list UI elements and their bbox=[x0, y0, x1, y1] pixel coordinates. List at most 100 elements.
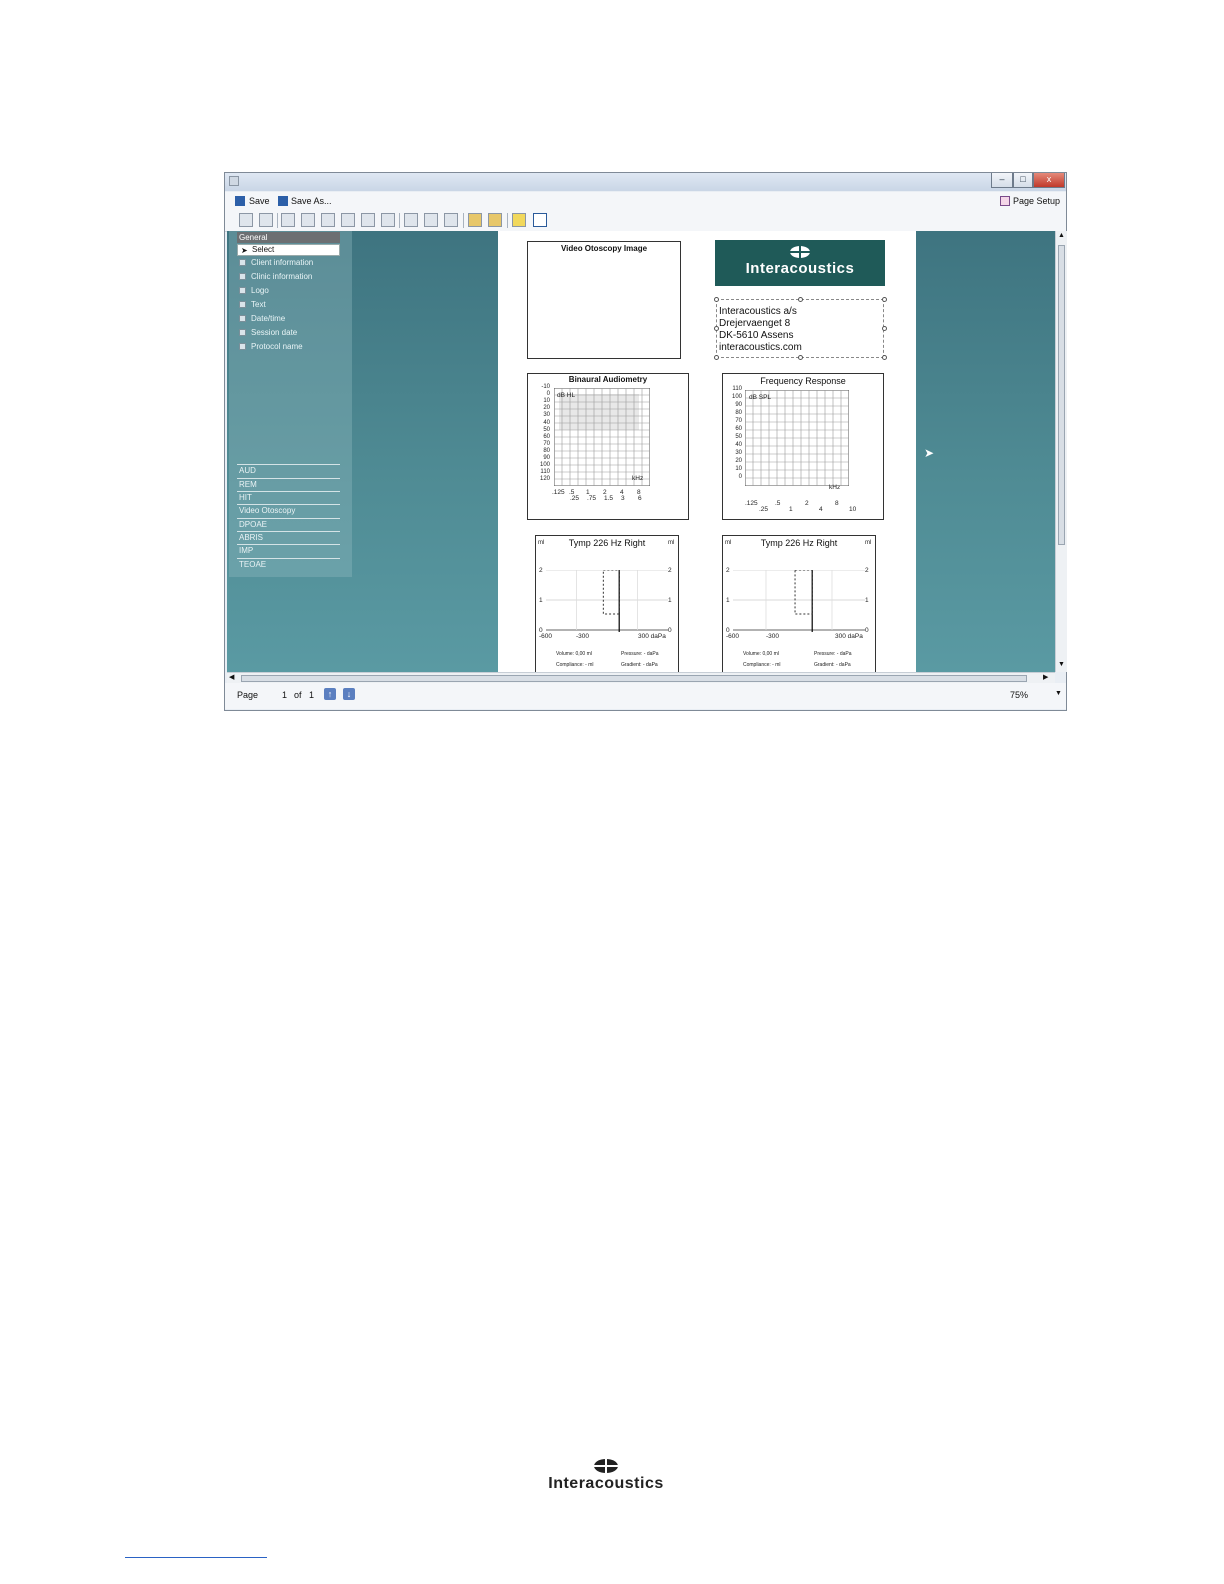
panel-item-date-time[interactable]: Date/time bbox=[237, 313, 340, 325]
align-bottom-icon[interactable] bbox=[341, 213, 355, 227]
scroll-left-icon[interactable]: ◀ bbox=[229, 673, 234, 681]
panel-item-session-date[interactable]: Session date bbox=[237, 327, 340, 339]
select-tool[interactable]: ➤ Select bbox=[237, 244, 340, 256]
category-teoae[interactable]: TEOAE bbox=[237, 558, 340, 571]
zoom-level[interactable]: 75% bbox=[1010, 690, 1028, 700]
element-panel: General ➤ Select Client information Clin… bbox=[229, 231, 352, 577]
category-video-otoscopy[interactable]: Video Otoscopy bbox=[237, 504, 340, 517]
audiometry-y-tick: 10 bbox=[543, 398, 550, 405]
audiometry-unit: dB HL bbox=[557, 392, 576, 399]
frequency-response-x-tick: .5 bbox=[775, 500, 781, 507]
resize-handle[interactable] bbox=[882, 297, 887, 302]
report-page: Video Otoscopy Image Interacoustics Inte… bbox=[498, 231, 916, 672]
resize-handle[interactable] bbox=[714, 297, 719, 302]
address-line: DK-5610 Assens bbox=[719, 330, 794, 341]
frequency-response-y-tick: 80 bbox=[735, 410, 742, 416]
panel-item-client-information[interactable]: Client information bbox=[237, 257, 340, 269]
close-button[interactable]: x bbox=[1033, 173, 1065, 188]
panel-group-title[interactable]: General bbox=[237, 232, 340, 243]
next-page-icon[interactable]: ↓ bbox=[343, 688, 355, 700]
save-as-button[interactable]: Save As... bbox=[291, 195, 332, 207]
category-aud[interactable]: AUD bbox=[237, 464, 340, 477]
tympanogram-plot bbox=[546, 570, 668, 632]
resize-handle[interactable] bbox=[798, 355, 803, 360]
frequency-response-y-tick: 90 bbox=[735, 402, 742, 408]
app-icon bbox=[229, 176, 239, 186]
category-rem[interactable]: REM bbox=[237, 478, 340, 491]
category-abris[interactable]: ABRIS bbox=[237, 531, 340, 544]
scroll-up-icon[interactable]: ▲ bbox=[1058, 232, 1065, 239]
same-size-icon[interactable] bbox=[444, 213, 458, 227]
save-icon bbox=[235, 196, 245, 206]
video-otoscopy-title: Video Otoscopy Image bbox=[560, 244, 648, 253]
category-hit[interactable]: HIT bbox=[237, 491, 340, 504]
page-current[interactable]: 1 bbox=[282, 690, 287, 700]
resize-handle[interactable] bbox=[882, 326, 887, 331]
logo-element[interactable]: Interacoustics bbox=[715, 240, 885, 286]
audiogram-grid bbox=[554, 388, 650, 486]
panel-item-text[interactable]: Text bbox=[237, 299, 340, 311]
resize-handle[interactable] bbox=[798, 297, 803, 302]
panel-item-label: Text bbox=[251, 300, 266, 309]
audiometry-x-tick: 1.5 bbox=[604, 495, 614, 502]
frequency-response-x-tick: .25 bbox=[759, 506, 769, 513]
tympanogram-y-tick: 1 bbox=[668, 597, 672, 604]
horizontal-scroll-thumb[interactable] bbox=[241, 675, 1027, 682]
element-icon bbox=[239, 259, 246, 266]
resize-handle[interactable] bbox=[714, 326, 719, 331]
audiometry-y-tick: 100 bbox=[539, 462, 550, 469]
tympanogram-element[interactable]: Tymp 226 Hz Right ml ml 2 2 1 1 0 0 -600 -300 300 d… bbox=[722, 535, 876, 672]
tympanogram-compliance: Compliance: - ml bbox=[556, 662, 594, 668]
bring-to-front-icon[interactable] bbox=[468, 213, 482, 227]
add-page-icon[interactable] bbox=[239, 213, 253, 227]
maximize-button[interactable]: □ bbox=[1013, 173, 1033, 188]
panel-item-logo[interactable]: Logo bbox=[237, 285, 340, 297]
tympanogram-compliance: Compliance: - ml bbox=[743, 662, 781, 668]
category-dpoae[interactable]: DPOAE bbox=[237, 518, 340, 531]
category-imp[interactable]: IMP bbox=[237, 544, 340, 557]
scroll-down-icon[interactable]: ▼ bbox=[1058, 661, 1065, 668]
minimize-button[interactable]: – bbox=[991, 173, 1013, 188]
resize-handle[interactable] bbox=[714, 355, 719, 360]
frequency-response-y-tick: 100 bbox=[731, 394, 742, 400]
zoom-dropdown-icon[interactable]: ▼ bbox=[1055, 690, 1062, 697]
crop-icon[interactable] bbox=[533, 213, 547, 227]
page-setup-button[interactable]: Page Setup bbox=[1013, 195, 1060, 207]
distribute-horizontal-icon[interactable] bbox=[404, 213, 418, 227]
vertical-scrollbar[interactable]: ▲ ▼ bbox=[1055, 231, 1067, 672]
tympanogram-element[interactable]: Tymp 226 Hz Right ml ml 2 2 1 1 0 0 -600 -300 300 d… bbox=[535, 535, 679, 672]
frequency-response-x-tick: .125 bbox=[745, 500, 758, 507]
element-icon bbox=[239, 315, 246, 322]
align-top-icon[interactable] bbox=[321, 213, 335, 227]
audiometry-y-tick: 0 bbox=[546, 391, 550, 398]
clinic-address-element[interactable]: Interacoustics a/s Drejervaenget 8 DK-56… bbox=[716, 299, 884, 358]
panel-item-label: Client information bbox=[251, 258, 314, 267]
align-left-icon[interactable] bbox=[281, 213, 295, 227]
frequency-response-element[interactable]: Frequency Response dB SPL kHz 110 100 90… bbox=[722, 373, 884, 520]
vertical-scroll-thumb[interactable] bbox=[1058, 245, 1065, 545]
align-right-icon[interactable] bbox=[301, 213, 315, 227]
audiometry-x-unit: kHz bbox=[632, 475, 644, 482]
distribute-vertical-icon[interactable] bbox=[424, 213, 438, 227]
tympanogram-y-tick: 2 bbox=[865, 567, 869, 574]
align-middle-icon[interactable] bbox=[381, 213, 395, 227]
align-center-icon[interactable] bbox=[361, 213, 375, 227]
toolbar-separator bbox=[399, 213, 400, 228]
binaural-audiometry-element[interactable]: Binaural Audiometry dB HL kHz -10 0 10 2… bbox=[527, 373, 689, 520]
tympanogram-gradient: Gradient: - daPa bbox=[814, 662, 851, 668]
page-total: 1 bbox=[309, 690, 315, 700]
tympanogram-left-unit: ml bbox=[725, 540, 732, 546]
save-button[interactable]: Save bbox=[249, 195, 270, 207]
resize-handle[interactable] bbox=[882, 355, 887, 360]
video-otoscopy-element[interactable]: Video Otoscopy Image bbox=[527, 241, 681, 359]
panel-item-clinic-information[interactable]: Clinic information bbox=[237, 271, 340, 283]
remove-page-icon[interactable] bbox=[259, 213, 273, 227]
address-line: Drejervaenget 8 bbox=[719, 318, 791, 329]
tympanogram-y-tick: 1 bbox=[865, 597, 869, 604]
send-to-back-icon[interactable] bbox=[488, 213, 502, 227]
previous-page-icon[interactable]: ↑ bbox=[324, 688, 336, 700]
grid-snap-icon[interactable] bbox=[512, 213, 526, 227]
panel-item-protocol-name[interactable]: Protocol name bbox=[237, 341, 340, 353]
footer-logo: Interacoustics bbox=[538, 1458, 674, 1494]
scroll-right-icon[interactable]: ▶ bbox=[1043, 673, 1048, 681]
